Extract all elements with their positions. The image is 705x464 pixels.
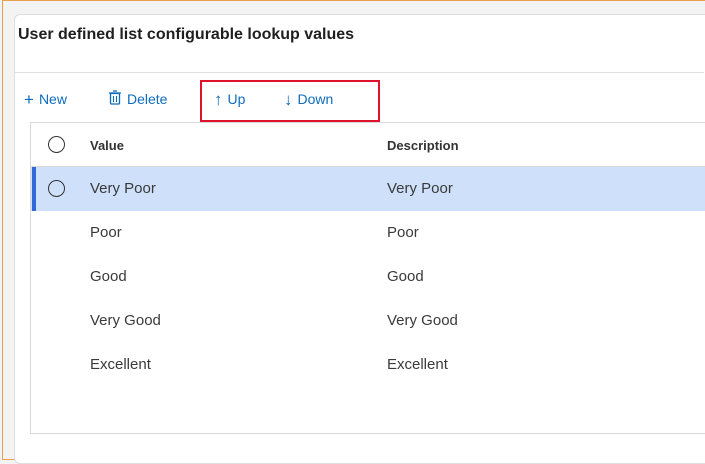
cell-description: Very Poor — [387, 180, 453, 197]
select-all-checkbox[interactable] — [48, 136, 65, 153]
table-row[interactable]: Very Poor Very Poor — [31, 167, 705, 211]
plus-icon: + — [24, 89, 34, 109]
cell-value: Very Good — [90, 312, 161, 329]
row-select-radio[interactable] — [48, 180, 65, 197]
grid-header: Value Description — [31, 123, 705, 167]
table-row[interactable]: Excellent Excellent — [31, 343, 705, 387]
delete-button-label: Delete — [127, 91, 168, 107]
panel-title: User defined list configurable lookup va… — [18, 26, 355, 43]
cell-value: Very Poor — [90, 180, 156, 197]
cell-value: Poor — [90, 224, 122, 241]
table-row[interactable]: Very Good Very Good — [31, 299, 705, 343]
table-row[interactable]: Poor Poor — [31, 211, 705, 255]
lookup-values-grid: Value Description Very Poor Very Poor Po… — [30, 122, 705, 434]
cell-value: Good — [90, 268, 127, 285]
cell-description: Good — [387, 268, 424, 285]
trash-icon — [108, 90, 122, 108]
column-header-value[interactable]: Value — [90, 138, 124, 153]
column-header-description[interactable]: Description — [387, 138, 459, 153]
cell-description: Poor — [387, 224, 419, 241]
title-divider — [14, 72, 704, 73]
new-button-label: New — [38, 91, 67, 107]
cell-description: Excellent — [387, 356, 448, 373]
table-row[interactable]: Good Good — [31, 255, 705, 299]
cell-value: Excellent — [90, 356, 151, 373]
new-button[interactable]: + New — [24, 84, 67, 114]
cell-description: Very Good — [387, 312, 458, 329]
selected-row-indicator — [32, 167, 36, 211]
delete-button[interactable]: Delete — [108, 84, 167, 114]
up-down-highlight-box — [200, 80, 380, 122]
